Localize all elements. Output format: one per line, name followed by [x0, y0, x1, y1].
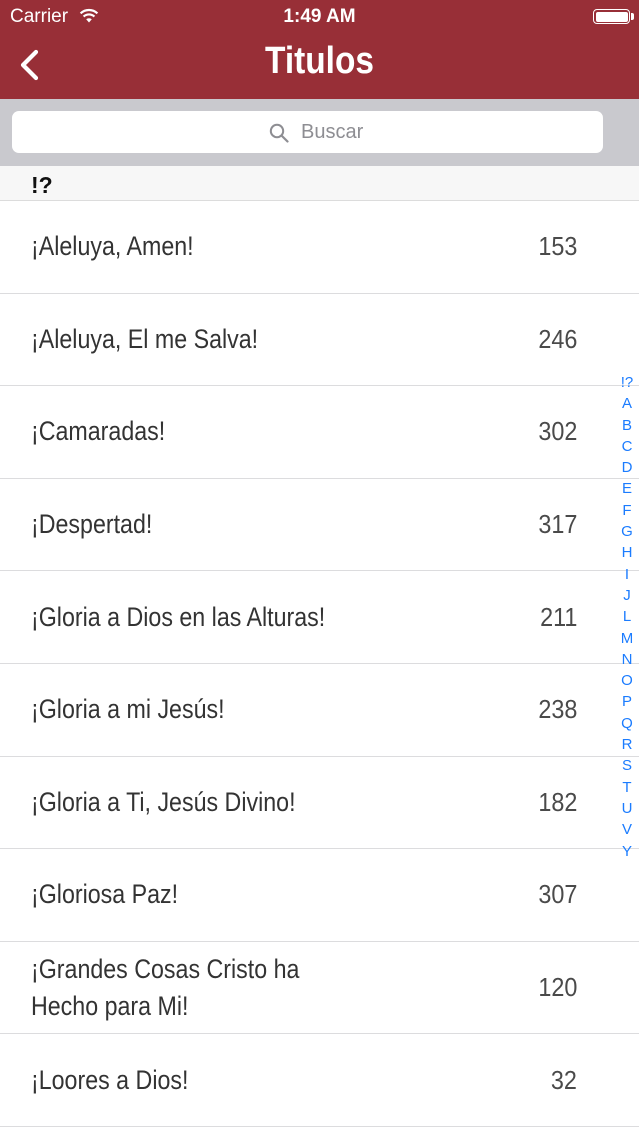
index-letter[interactable]: D	[614, 457, 639, 478]
list-item-title: ¡Gloriosa Paz!	[31, 879, 179, 910]
list-item-title: ¡Despertad!	[31, 509, 153, 540]
list-item-number: 211	[539, 601, 577, 632]
list-item[interactable]: ¡Despertad! 317	[0, 479, 639, 572]
search-icon	[269, 123, 289, 143]
battery-icon	[593, 9, 630, 24]
index-letter[interactable]: !?	[614, 372, 639, 393]
list-item-title: ¡Gloria a mi Jesús!	[31, 694, 225, 725]
index-letter[interactable]: M	[614, 628, 639, 649]
index-letter[interactable]: L	[614, 606, 639, 627]
navigation-bar: Carrier 1:49 AM Titulos	[0, 0, 639, 99]
section-header: !?	[0, 166, 639, 201]
search-bar: Buscar	[0, 99, 639, 166]
list-item[interactable]: ¡Camaradas! 302	[0, 386, 639, 479]
list-item-number: 120	[537, 972, 577, 1003]
index-letter[interactable]: G	[614, 521, 639, 542]
index-letter[interactable]: J	[614, 585, 639, 606]
list-item-number: 317	[537, 509, 577, 540]
index-letter[interactable]: C	[614, 436, 639, 457]
list-item-title: ¡Aleluya, Amen!	[31, 231, 194, 262]
index-letter[interactable]: A	[614, 393, 639, 414]
list-item-number: 182	[537, 786, 577, 817]
index-letter[interactable]: I	[614, 564, 639, 585]
index-letter[interactable]: P	[614, 691, 639, 712]
index-letter[interactable]: N	[614, 649, 639, 670]
list-item-title: ¡Camaradas!	[31, 416, 166, 447]
battery-tip	[631, 13, 634, 20]
status-bar: Carrier 1:49 AM	[0, 0, 639, 32]
index-letter[interactable]: V	[614, 819, 639, 840]
index-letter[interactable]: S	[614, 755, 639, 776]
list-item-title: ¡Grandes Cosas Cristo ha Hecho para Mi!	[31, 953, 300, 1021]
index-letter[interactable]: H	[614, 542, 639, 563]
list-item[interactable]: ¡Gloria a Ti, Jesús Divino! 182	[0, 757, 639, 850]
list-item[interactable]: ¡Gloria a Dios en las Alturas! 211	[0, 571, 639, 664]
list-item-number: 307	[537, 879, 577, 910]
list-item-number: 238	[537, 694, 577, 725]
list-item-title: ¡Loores a Dios!	[31, 1064, 189, 1095]
section-header-label: !?	[31, 172, 53, 198]
list-item-number: 32	[550, 1064, 577, 1095]
list-item-number: 246	[537, 323, 577, 354]
section-index[interactable]: !? A B C D E F G H I J L M N O P Q R S T…	[614, 372, 639, 862]
search-placeholder: Buscar	[301, 121, 364, 143]
list-item-number: 153	[537, 231, 577, 262]
index-letter[interactable]: F	[614, 500, 639, 521]
list-item[interactable]: ¡Gloria a mi Jesús! 238	[0, 664, 639, 757]
list-item[interactable]: ¡Grandes Cosas Cristo ha Hecho para Mi! …	[0, 942, 639, 1035]
list-item-title: ¡Aleluya, El me Salva!	[31, 323, 259, 354]
search-input[interactable]: Buscar	[12, 111, 603, 153]
list-item-number: 302	[537, 416, 577, 447]
index-letter[interactable]: U	[614, 798, 639, 819]
index-letter[interactable]: Q	[614, 713, 639, 734]
list-item[interactable]: ¡Loores a Dios! 32	[0, 1034, 639, 1127]
clock: 1:49 AM	[283, 6, 356, 27]
list-item-title: ¡Gloria a Ti, Jesús Divino!	[31, 786, 296, 817]
list-item-title: ¡Gloria a Dios en las Alturas!	[31, 601, 326, 632]
index-letter[interactable]: B	[614, 415, 639, 436]
index-letter[interactable]: O	[614, 670, 639, 691]
index-letter[interactable]: R	[614, 734, 639, 755]
list-item[interactable]: ¡Gloriosa Paz! 307	[0, 849, 639, 942]
index-letter[interactable]: T	[614, 777, 639, 798]
list-item[interactable]: ¡Aleluya, Amen! 153	[0, 201, 639, 294]
titles-list: ¡Aleluya, Amen! 153 ¡Aleluya, El me Salv…	[0, 201, 639, 1127]
index-letter[interactable]: Y	[614, 841, 639, 862]
page-title: Titulos	[264, 40, 374, 82]
list-item[interactable]: ¡Aleluya, El me Salva! 246	[0, 294, 639, 387]
index-letter[interactable]: E	[614, 478, 639, 499]
